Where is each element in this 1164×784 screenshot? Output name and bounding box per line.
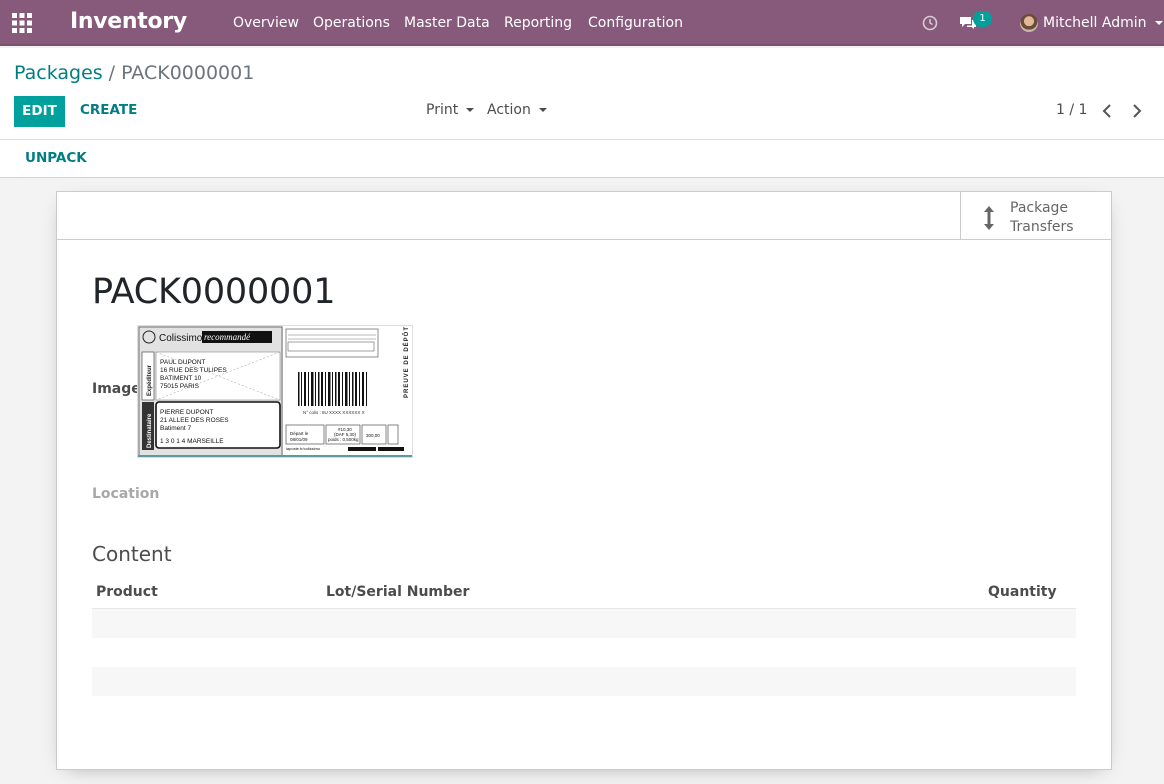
sender-line-3: BATIMENT 10 [160,375,202,382]
content-table-header: Product Lot/Serial Number Quantity [92,577,1076,609]
chevron-down-icon [538,108,547,112]
action-dropdown[interactable]: Action [487,102,547,118]
app-name[interactable]: Inventory [70,9,187,34]
image-label: Image [92,381,141,397]
chat-badge: 1 [973,11,992,27]
label-brand-tag: recommandé [204,332,251,342]
sender-line-2: 16 RUE DES TULIPES [160,367,227,374]
colis-number: N° colis : 8U XXXX XXXXXX X [303,410,365,415]
menu-operations[interactable]: Operations [313,15,390,31]
label-weight: poids : 0,500kg [328,437,359,442]
sender-line-1: PAUL DUPONT [160,359,206,366]
breadcrumb-separator: / [108,62,116,84]
label-expediteur: Expéditeur [147,364,153,396]
stat-label-line1: Package [1010,200,1069,216]
unpack-button[interactable]: UNPACK [25,150,87,166]
pager-next-icon[interactable] [1130,103,1144,119]
status-bar: UNPACK [0,140,1164,178]
breadcrumb-packages-link[interactable]: Packages [14,62,103,84]
edit-button[interactable]: EDIT [14,96,65,127]
sender-line-4: 75015 PARIS [160,383,200,390]
stat-label-line2: Transfers [1010,219,1074,235]
chevron-down-icon [1154,21,1163,25]
table-row [92,609,1076,638]
activity-clock-icon[interactable] [921,14,939,32]
print-dropdown[interactable]: Print [426,102,475,118]
breadcrumb: Packages / PACK0000001 [14,62,254,84]
recipient-line-1: PIERRE DUPONT [160,409,213,416]
menu-overview[interactable]: Overview [233,15,299,31]
location-label: Location [92,486,160,502]
arrows-vertical-icon [983,205,995,231]
recipient-line-3: Batiment 7 [160,425,191,432]
print-label: Print [426,102,459,118]
label-brand: Colissimo [159,333,203,344]
user-name: Mitchell Admin [1043,15,1147,31]
menu-configuration[interactable]: Configuration [588,15,683,31]
label-amount: 300,00 [366,433,380,438]
recipient-city: 1 3 0 1 4 MARSEILLE [160,438,224,445]
package-transfers-label: Package Transfers [1010,199,1100,237]
column-lot-serial[interactable]: Lot/Serial Number [326,584,469,600]
column-quantity[interactable]: Quantity [988,584,1057,600]
label-destinataire: Destinataire [147,413,153,448]
apps-menu-icon[interactable] [10,11,36,35]
control-panel: Packages / PACK0000001 EDIT CREATE Print A… [0,48,1164,140]
action-label: Action [487,102,531,118]
column-product[interactable]: Product [96,584,158,600]
content-section-title: Content [92,542,172,566]
label-date-value: 08/01/09 [290,437,308,442]
package-transfers-button[interactable]: Package Transfers [960,192,1111,240]
package-label-image[interactable]: Colissimo recommandé Expéditeur PAUL DUP… [137,325,413,458]
form-sheet: Package Transfers PACK0000001 Image Coli… [56,191,1112,770]
create-button[interactable]: CREATE [80,102,137,118]
avatar [1020,14,1038,32]
pager-previous-icon[interactable] [1100,103,1114,119]
menu-reporting[interactable]: Reporting [504,15,572,31]
breadcrumb-current: PACK0000001 [121,62,255,84]
menu-master-data[interactable]: Master Data [404,15,490,31]
label-date: Départ le [290,431,309,436]
recipient-line-2: 21 ALLEE DES ROSES [160,417,229,424]
top-navbar: Inventory Overview Operations Master Dat… [0,0,1164,46]
table-row [92,638,1076,667]
chevron-down-icon [466,108,475,112]
pager-value[interactable]: 1 / 1 [1056,102,1087,118]
label-side-text: PREUVE DE DÉPÔT [402,326,410,398]
user-menu[interactable]: Mitchell Admin [1020,12,1163,34]
button-box: Package Transfers [57,192,1111,240]
table-row [92,667,1076,696]
record-title: PACK0000001 [92,272,336,312]
label-website: laposte.fr/colissimo [286,446,321,451]
